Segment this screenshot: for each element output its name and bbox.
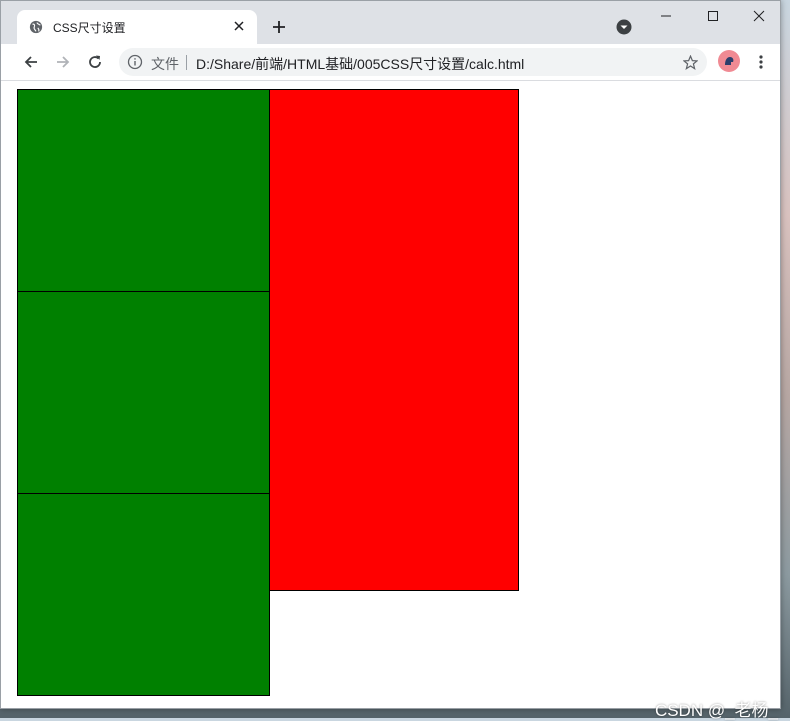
page-viewport [1,81,780,708]
scheme-label: 文件 [151,56,179,72]
info-icon[interactable] [127,54,143,70]
plus-icon[interactable] [267,15,291,39]
address-bar[interactable]: 文件 D:/Share/前端/HTML基础/005CSS尺寸设置/calc.ht… [119,48,707,76]
url-text[interactable]: D:/Share/前端/HTML基础/005CSS尺寸设置/calc.html [196,54,524,74]
separator [186,55,187,70]
green-box-1 [17,89,270,292]
reload-icon[interactable] [82,49,108,75]
back-arrow-icon[interactable] [18,49,44,75]
maximize-icon[interactable] [690,1,736,31]
close-window-icon[interactable] [736,1,782,31]
green-box-3 [17,493,270,696]
forward-arrow-icon[interactable] [50,49,76,75]
tab-title: CSS尺寸设置 [53,21,126,35]
title-bar: CSS尺寸设置 [1,1,780,44]
star-icon[interactable] [681,53,699,71]
tab-search-icon[interactable] [613,16,635,38]
more-menu-icon[interactable] [753,50,769,74]
green-box-2 [17,291,270,494]
close-icon[interactable] [229,16,249,36]
toolbar: 文件 D:/Share/前端/HTML基础/005CSS尺寸设置/calc.ht… [1,44,780,81]
browser-window: CSS尺寸设置 文件 D:/Share/前端/HTML基础/005CSS尺寸设置… [0,0,781,709]
tab-calc[interactable]: CSS尺寸设置 [17,10,257,44]
globe-icon [29,20,43,34]
avatar-icon[interactable] [718,50,740,72]
watermark-text: CSDN @_老杨_ [654,701,778,720]
minimize-icon[interactable] [643,1,689,31]
